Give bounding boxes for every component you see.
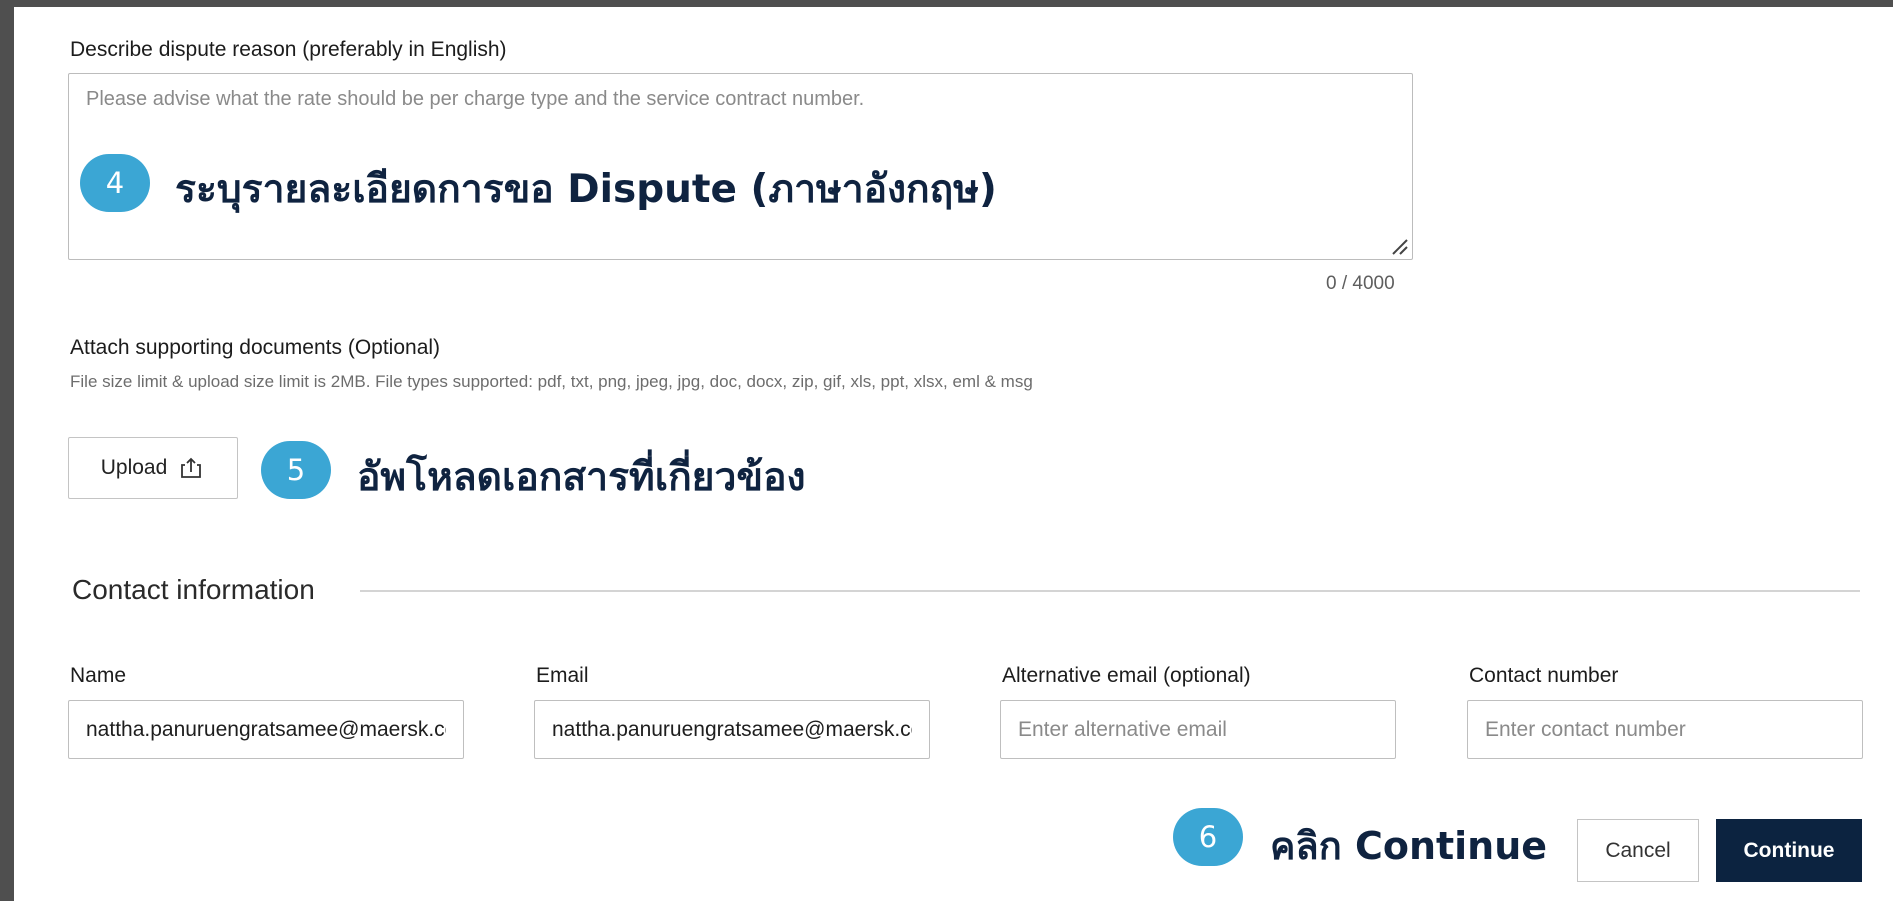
name-input[interactable] [68,700,464,759]
character-counter: 0 / 4000 [1326,273,1395,294]
name-label: Name [70,664,127,687]
alt-email-label: Alternative email (optional) [1002,664,1251,687]
annotation-step-6: คลิก Continue [1270,824,1548,868]
contact-section-title: Contact information [72,574,315,605]
contact-number-label: Contact number [1469,664,1619,687]
step-badge-6: 6 [1173,808,1243,866]
upload-icon [181,457,202,478]
attachments-hint: File size limit & upload size limit is 2… [70,372,1033,391]
alt-email-input[interactable] [1000,700,1396,759]
annotation-step-5: อัพโหลดเอกสารที่เกี่ยวข้อง [357,455,806,500]
section-divider [360,590,1860,592]
cancel-button[interactable]: Cancel [1577,819,1699,882]
upload-button[interactable]: Upload [68,437,238,499]
email-input[interactable] [534,700,930,759]
email-label: Email [536,664,589,687]
annotation-step-4: ระบุรายละเอียดการขอ Dispute (ภาษาอังกฤษ) [175,167,997,212]
attachments-label: Attach supporting documents (Optional) [70,336,441,359]
resize-grip-icon[interactable] [1387,234,1409,256]
step-badge-4: 4 [80,154,150,212]
upload-button-label: Upload [100,456,168,479]
contact-number-input[interactable] [1467,700,1863,759]
continue-button[interactable]: Continue [1716,819,1862,882]
dispute-reason-label: Describe dispute reason (preferably in E… [70,38,507,61]
step-badge-5: 5 [261,441,331,499]
